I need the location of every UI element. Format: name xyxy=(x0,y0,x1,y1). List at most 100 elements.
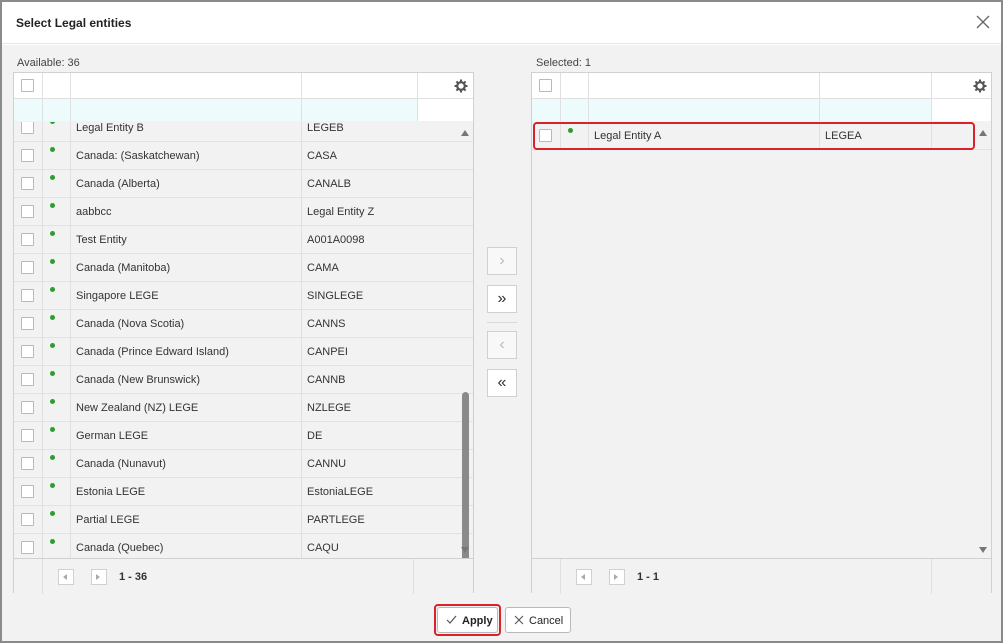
move-left-button[interactable]: ‹ xyxy=(487,331,517,359)
close-icon[interactable] xyxy=(973,12,993,32)
next-page-button[interactable] xyxy=(91,569,107,585)
row-checkbox[interactable] xyxy=(21,261,34,274)
status-dot-icon xyxy=(50,427,55,432)
selected-scrollbar[interactable] xyxy=(976,122,991,558)
entity-code: CASA xyxy=(307,150,337,162)
move-all-right-button[interactable]: » xyxy=(487,285,517,313)
prev-page-button[interactable] xyxy=(58,569,74,585)
checkmark-icon xyxy=(446,615,457,624)
status-dot-icon xyxy=(50,175,55,180)
row-checkbox[interactable] xyxy=(21,122,34,134)
selected-select-all-checkbox[interactable] xyxy=(539,79,552,92)
row-checkbox[interactable] xyxy=(21,513,34,526)
table-row[interactable]: Singapore LEGE SINGLEGE xyxy=(14,282,473,310)
row-checkbox[interactable] xyxy=(21,205,34,218)
table-row[interactable]: New Zealand (NZ) LEGE NZLEGE xyxy=(14,394,473,422)
move-right-button[interactable]: › xyxy=(487,247,517,275)
entity-name: Canada (Nunavut) xyxy=(76,458,166,470)
cancel-button[interactable]: Cancel xyxy=(505,607,571,633)
table-row[interactable]: German LEGE DE xyxy=(14,422,473,450)
entity-name: German LEGE xyxy=(76,430,149,442)
table-row[interactable]: aabbcc Legal Entity Z xyxy=(14,198,473,226)
available-grid-header xyxy=(14,73,473,99)
next-page-button[interactable] xyxy=(609,569,625,585)
available-select-all-checkbox[interactable] xyxy=(21,79,34,92)
move-divider xyxy=(487,322,517,323)
chevron-right-icon xyxy=(96,574,100,580)
table-row[interactable]: Canada (Nunavut) CANNU xyxy=(14,450,473,478)
available-filter-row xyxy=(14,99,473,121)
status-dot-icon xyxy=(50,203,55,208)
table-row[interactable]: Test Entity A001A0098 xyxy=(14,226,473,254)
status-dot-icon xyxy=(50,147,55,152)
entity-code: NZLEGE xyxy=(307,402,352,414)
row-checkbox[interactable] xyxy=(21,345,34,358)
entity-code: CANALB xyxy=(307,178,352,190)
table-row[interactable]: Canada (New Brunswick) CANNB xyxy=(14,366,473,394)
selected-settings-gear-icon[interactable] xyxy=(973,79,987,93)
status-dot-icon xyxy=(50,511,55,516)
row-checkbox[interactable] xyxy=(21,401,34,414)
status-dot-icon xyxy=(50,122,55,124)
dialog-body: Available: 36 Legal Entity B LEGEB Canad… xyxy=(2,45,1001,598)
status-dot-icon xyxy=(50,231,55,236)
scrollbar-thumb[interactable] xyxy=(462,392,469,562)
available-count-label: Available: 36 xyxy=(17,57,80,69)
cancel-label: Cancel xyxy=(529,615,564,627)
scroll-up-arrow-icon[interactable] xyxy=(461,130,469,136)
table-row[interactable]: Canada (Manitoba) CAMA xyxy=(14,254,473,282)
table-row[interactable]: Legal Entity B LEGEB xyxy=(14,122,473,142)
available-rows: Legal Entity B LEGEB Canada: (Saskatchew… xyxy=(14,122,473,558)
entity-name: New Zealand (NZ) LEGE xyxy=(76,402,199,414)
entity-code: CANPEI xyxy=(307,346,348,358)
selected-grid-header xyxy=(532,73,991,99)
table-row[interactable]: Canada (Nova Scotia) CANNS xyxy=(14,310,473,338)
row-checkbox[interactable] xyxy=(21,541,34,554)
table-row[interactable]: Partial LEGE PARTLEGE xyxy=(14,506,473,534)
entity-name: Canada (Prince Edward Island) xyxy=(76,346,229,358)
table-row[interactable]: Canada (Quebec) CAQU xyxy=(14,534,473,558)
scroll-down-arrow-icon[interactable] xyxy=(979,547,987,553)
dialog-titlebar: Select Legal entities xyxy=(2,2,1001,44)
entity-name: Test Entity xyxy=(76,234,127,246)
selected-filter-row xyxy=(532,99,991,121)
page-range: 1 - 36 xyxy=(119,571,148,583)
row-checkbox[interactable] xyxy=(21,149,34,162)
available-scrollbar[interactable] xyxy=(458,122,473,562)
dialog-footer: Apply Cancel xyxy=(2,598,1001,641)
table-row[interactable]: Canada (Prince Edward Island) CANPEI xyxy=(14,338,473,366)
apply-button[interactable]: Apply xyxy=(437,607,498,633)
entity-code: CAMA xyxy=(307,262,339,274)
row-checkbox[interactable] xyxy=(21,429,34,442)
entity-code: SINGLEGE xyxy=(307,290,364,302)
row-checkbox[interactable] xyxy=(21,177,34,190)
available-grid: Legal Entity B LEGEB Canada: (Saskatchew… xyxy=(13,72,474,594)
available-filter-input[interactable] xyxy=(14,99,417,121)
chevron-left-icon xyxy=(581,574,585,580)
available-settings-gear-icon[interactable] xyxy=(454,79,468,93)
scroll-down-arrow-icon[interactable] xyxy=(461,547,469,553)
table-row[interactable]: Canada: (Saskatchewan) CASA xyxy=(14,142,473,170)
table-row[interactable]: Estonia LEGE EstoniaLEGE xyxy=(14,478,473,506)
x-icon xyxy=(514,615,524,625)
entity-code: Legal Entity Z xyxy=(307,206,375,218)
select-legal-entities-dialog: Select Legal entities Available: 36 Lega… xyxy=(0,0,1003,643)
status-dot-icon xyxy=(50,287,55,292)
move-all-left-button[interactable]: « xyxy=(487,369,517,397)
table-row[interactable]: Canada (Alberta) CANALB xyxy=(14,170,473,198)
status-dot-icon xyxy=(50,455,55,460)
row-checkbox[interactable] xyxy=(21,289,34,302)
row-checkbox[interactable] xyxy=(21,317,34,330)
row-checkbox[interactable] xyxy=(21,457,34,470)
entity-code: PARTLEGE xyxy=(307,514,365,526)
scroll-up-arrow-icon[interactable] xyxy=(979,130,987,136)
entity-name: Canada (Alberta) xyxy=(76,178,160,190)
row-checkbox[interactable] xyxy=(21,373,34,386)
apply-label: Apply xyxy=(462,615,493,627)
selected-filter-input[interactable] xyxy=(532,99,931,121)
row-checkbox[interactable] xyxy=(21,485,34,498)
row-checkbox[interactable] xyxy=(21,233,34,246)
entity-code: CAQU xyxy=(307,542,339,554)
status-dot-icon xyxy=(50,343,55,348)
prev-page-button[interactable] xyxy=(576,569,592,585)
